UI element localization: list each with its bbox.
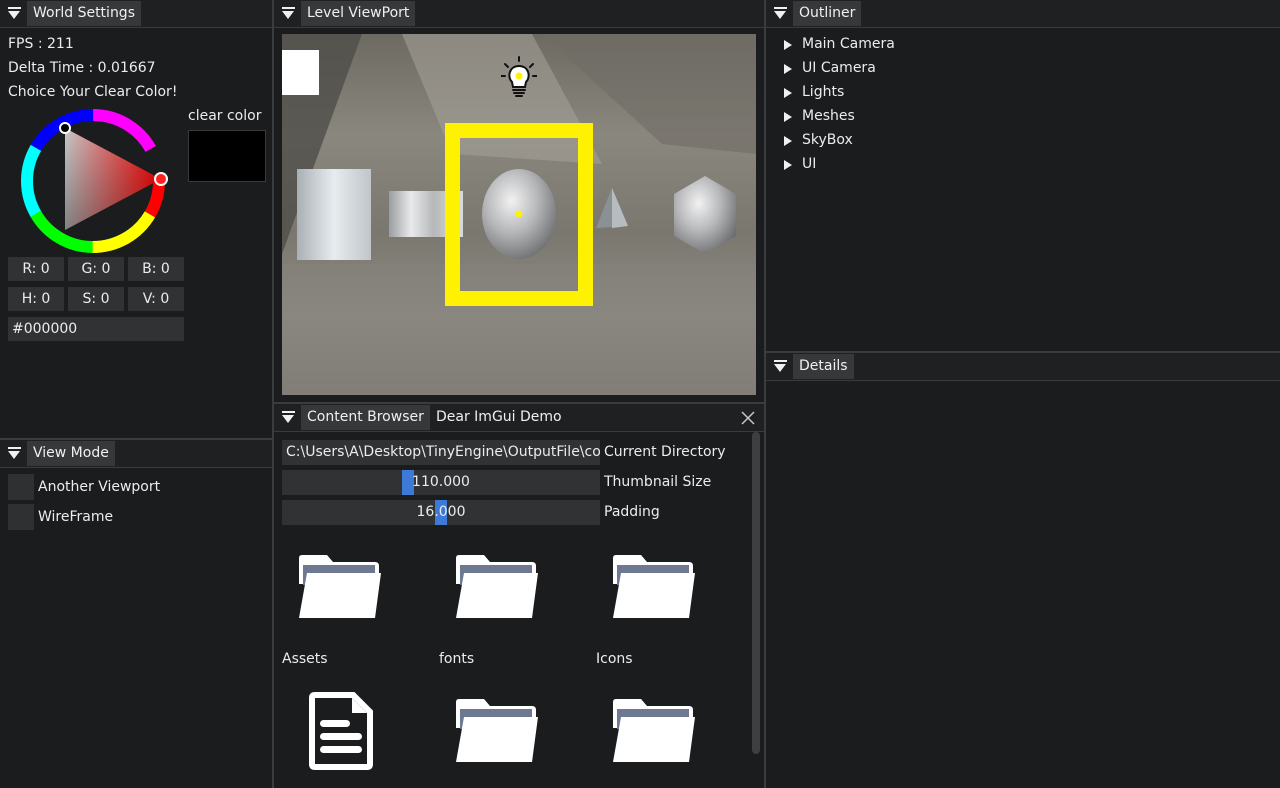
tab-world-settings[interactable]: World Settings bbox=[27, 1, 141, 26]
saturation-field[interactable]: S: 0 bbox=[68, 287, 124, 311]
outliner-item-main-camera[interactable]: Main Camera bbox=[802, 36, 895, 52]
folder-label-icons[interactable]: Icons bbox=[596, 651, 633, 667]
expand-arrow-icon[interactable] bbox=[784, 112, 792, 122]
delta-time-readout: Delta Time : 0.01667 bbox=[8, 60, 156, 76]
folder-label-fonts[interactable]: fonts bbox=[439, 651, 474, 667]
tab-dear-imgui-demo[interactable]: Dear ImGui Demo bbox=[430, 405, 568, 430]
content-browser-tabbar: Content Browser Dear ImGui Demo bbox=[274, 404, 764, 432]
selection-highlight bbox=[445, 123, 593, 306]
expand-arrow-icon[interactable] bbox=[784, 64, 792, 74]
collapse-menu-icon[interactable] bbox=[282, 7, 296, 21]
current-directory-label: Current Directory bbox=[604, 444, 726, 460]
value-field[interactable]: V: 0 bbox=[128, 287, 184, 311]
tab-level-viewport[interactable]: Level ViewPort bbox=[301, 1, 416, 26]
red-field[interactable]: R: 0 bbox=[8, 257, 64, 281]
padding-slider[interactable]: 16.000 bbox=[282, 500, 600, 525]
view-mode-tabbar: View Mode bbox=[0, 440, 272, 468]
tab-details[interactable]: Details bbox=[793, 354, 854, 379]
another-viewport-label: Another Viewport bbox=[38, 479, 161, 495]
thumbnail-size-label: Thumbnail Size bbox=[604, 474, 712, 490]
folder-label-assets[interactable]: Assets bbox=[282, 651, 328, 667]
blue-field[interactable]: B: 0 bbox=[128, 257, 184, 281]
directory-path-field[interactable]: C:\Users\A\Desktop\TinyEngine\OutputFile… bbox=[282, 440, 600, 465]
level-viewport-tabbar: Level ViewPort bbox=[274, 0, 764, 28]
outliner-item-ui-camera[interactable]: UI Camera bbox=[802, 60, 876, 76]
clear-color-label: clear color bbox=[188, 108, 262, 124]
color-wheel-picker[interactable] bbox=[18, 106, 170, 258]
world-settings-tabbar: World Settings bbox=[0, 0, 272, 28]
close-icon[interactable] bbox=[741, 411, 755, 425]
green-field[interactable]: G: 0 bbox=[68, 257, 124, 281]
icosphere-mesh[interactable] bbox=[674, 176, 736, 254]
fps-readout: FPS : 211 bbox=[8, 36, 74, 52]
wireframe-checkbox[interactable] bbox=[8, 504, 34, 530]
tab-content-browser[interactable]: Content Browser bbox=[301, 405, 430, 430]
outliner-item-ui[interactable]: UI bbox=[802, 156, 816, 172]
collapse-menu-icon[interactable] bbox=[8, 7, 22, 21]
padding-label: Padding bbox=[604, 504, 660, 520]
hex-field[interactable]: #000000 bbox=[8, 317, 184, 341]
tab-view-mode[interactable]: View Mode bbox=[27, 441, 115, 466]
folder-icon[interactable] bbox=[611, 698, 697, 764]
collapse-menu-icon[interactable] bbox=[282, 411, 296, 425]
outliner-tabbar: Outliner bbox=[766, 0, 1280, 28]
folder-icon[interactable] bbox=[611, 554, 697, 620]
folder-icon[interactable] bbox=[454, 698, 540, 764]
folder-icon[interactable] bbox=[297, 554, 383, 620]
details-panel: Details bbox=[766, 353, 1280, 788]
outliner-item-lights[interactable]: Lights bbox=[802, 84, 844, 100]
cube-mesh[interactable] bbox=[297, 169, 371, 260]
ui-quad[interactable] bbox=[282, 50, 319, 95]
collapse-menu-icon[interactable] bbox=[774, 360, 788, 374]
folder-icon[interactable] bbox=[454, 554, 540, 620]
clear-color-swatch[interactable] bbox=[188, 130, 266, 182]
sv-handle[interactable] bbox=[59, 122, 71, 134]
outliner-item-skybox[interactable]: SkyBox bbox=[802, 132, 853, 148]
world-settings-panel: World Settings FPS : 211 Delta Time : 0.… bbox=[0, 0, 272, 438]
expand-arrow-icon[interactable] bbox=[784, 40, 792, 50]
light-bulb-icon[interactable] bbox=[501, 56, 537, 100]
another-viewport-checkbox[interactable] bbox=[8, 474, 34, 500]
tab-outliner[interactable]: Outliner bbox=[793, 1, 862, 26]
hue-handle[interactable] bbox=[154, 172, 168, 186]
hue-field[interactable]: H: 0 bbox=[8, 287, 64, 311]
content-browser-scrollbar[interactable] bbox=[752, 432, 760, 754]
outliner-item-meshes[interactable]: Meshes bbox=[802, 108, 855, 124]
thumbnail-size-value: 110.000 bbox=[412, 474, 470, 490]
collapse-menu-icon[interactable] bbox=[774, 7, 788, 21]
wireframe-label: WireFrame bbox=[38, 509, 114, 525]
outliner-panel: Outliner Main Camera UI Camera Lights Me… bbox=[766, 0, 1280, 351]
clear-color-heading: Choice Your Clear Color! bbox=[8, 84, 178, 100]
expand-arrow-icon[interactable] bbox=[784, 136, 792, 146]
thumbnail-size-slider[interactable]: 110.000 bbox=[282, 470, 600, 495]
expand-arrow-icon[interactable] bbox=[784, 160, 792, 170]
view-mode-panel: View Mode Another Viewport WireFrame bbox=[0, 440, 272, 788]
collapse-menu-icon[interactable] bbox=[8, 447, 22, 461]
details-tabbar: Details bbox=[766, 353, 1280, 381]
expand-arrow-icon[interactable] bbox=[784, 88, 792, 98]
file-icon[interactable] bbox=[306, 690, 376, 772]
padding-value: 16.000 bbox=[416, 504, 466, 520]
